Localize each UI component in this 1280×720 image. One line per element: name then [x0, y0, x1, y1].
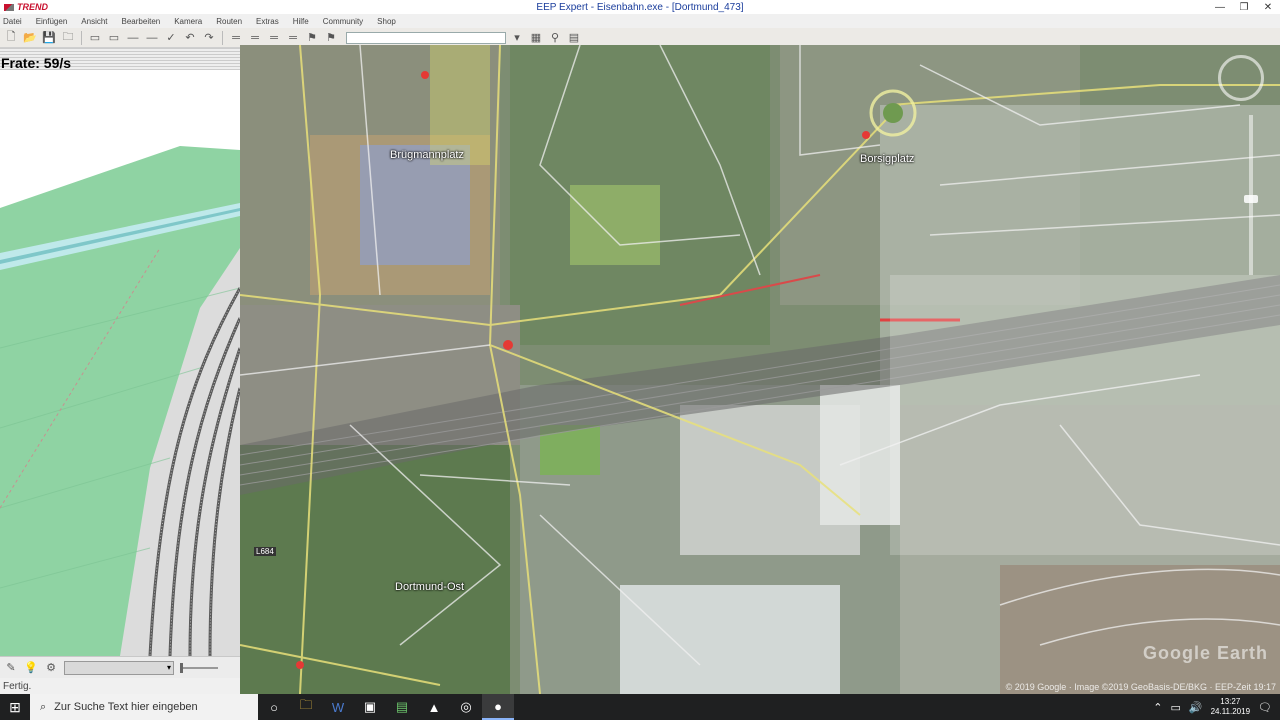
- photos-icon[interactable]: ▲: [418, 694, 450, 720]
- app1-icon[interactable]: ▣: [354, 694, 386, 720]
- menu-community[interactable]: Community: [323, 17, 363, 26]
- layer-icon[interactable]: ▦: [528, 30, 544, 45]
- object-search-input[interactable]: [346, 31, 506, 44]
- taskview-icon[interactable]: ○: [258, 694, 290, 720]
- google-earth-watermark: Google Earth: [1142, 643, 1268, 663]
- app2-icon[interactable]: ▤: [386, 694, 418, 720]
- folder-icon[interactable]: 🗀: [60, 30, 76, 45]
- window2-icon[interactable]: ▭: [106, 30, 122, 45]
- map-label-bruegmannplatz: Brügmannplatz: [390, 149, 464, 161]
- brand-logo: TREND: [4, 2, 48, 12]
- track4-icon[interactable]: ═: [285, 30, 301, 45]
- clock-date: 24.11.2019: [1210, 707, 1251, 716]
- map-label-dortmund-ost: Dortmund-Ost: [395, 581, 465, 593]
- close-button[interactable]: ✕: [1256, 0, 1280, 14]
- word-icon[interactable]: W: [322, 694, 354, 720]
- track-icon[interactable]: ═: [228, 30, 244, 45]
- track3-icon[interactable]: ═: [266, 30, 282, 45]
- window-title: EEP Expert - Eisenbahn.exe - [Dortmund_4…: [536, 1, 744, 13]
- view-combo[interactable]: ▾: [64, 660, 174, 675]
- window-icon[interactable]: ▭: [87, 30, 103, 45]
- taskbar-search[interactable]: ⌕ Zur Suche Text hier eingeben: [30, 694, 258, 720]
- edit-icon[interactable]: ✎: [4, 661, 18, 675]
- volume-icon[interactable]: 🔊: [1189, 701, 1203, 714]
- frame-rate: Frate: 59/s: [1, 55, 72, 71]
- signal-icon[interactable]: ⚑: [304, 30, 320, 45]
- explorer-icon[interactable]: 🗀: [290, 694, 322, 720]
- menu-einfuegen[interactable]: Einfügen: [36, 17, 68, 26]
- compass-icon[interactable]: [1218, 55, 1264, 101]
- menu-ansicht[interactable]: Ansicht: [81, 17, 107, 26]
- menu-bearbeiten[interactable]: Bearbeiten: [122, 17, 161, 26]
- map-copyright: © 2019 Google · Image ©2019 GeoBasis-DE/…: [1005, 682, 1276, 692]
- redo-icon[interactable]: ↷: [201, 30, 217, 45]
- network-icon[interactable]: ▭: [1170, 701, 1180, 714]
- 3d-scene: [0, 48, 240, 656]
- toolbar-separator: [81, 30, 82, 45]
- check-icon[interactable]: ✓: [163, 30, 179, 45]
- menu-extras[interactable]: Extras: [256, 17, 279, 26]
- save-icon[interactable]: 💾: [41, 30, 57, 45]
- menu-kamera[interactable]: Kamera: [174, 17, 202, 26]
- title-bar: TREND EEP Expert - Eisenbahn.exe - [Dort…: [0, 0, 1280, 14]
- open-icon[interactable]: 📂: [22, 30, 38, 45]
- chevron-up-icon[interactable]: ⌃: [1153, 701, 1162, 714]
- map-view[interactable]: Borsigplatz Brügmannplatz Dortmund-Ost L…: [240, 45, 1280, 694]
- line-icon[interactable]: —: [125, 30, 141, 45]
- camera-icon[interactable]: ⚙: [44, 661, 58, 675]
- brand-name: TREND: [17, 2, 48, 12]
- windows-taskbar: ⊞ ⌕ Zur Suche Text hier eingeben ○ 🗀 W ▣…: [0, 694, 1280, 720]
- maximize-button[interactable]: ❐: [1232, 0, 1256, 14]
- status-text: Fertig.: [3, 680, 32, 692]
- road-tag: L684: [254, 547, 276, 556]
- aerial-map: [240, 45, 1280, 694]
- filter-icon[interactable]: ⚲: [547, 30, 563, 45]
- window-controls: — ❐ ✕: [1208, 0, 1280, 14]
- controls-bar: ✎ 💡 ⚙ ▾: [0, 656, 240, 678]
- line2-icon[interactable]: —: [144, 30, 160, 45]
- zoom-slider-handle[interactable]: [1244, 195, 1258, 203]
- grid-icon[interactable]: ▤: [566, 30, 582, 45]
- new-icon[interactable]: 🗋: [3, 30, 19, 45]
- notifications-icon[interactable]: 🗨: [1258, 701, 1272, 714]
- clock[interactable]: 13:27 24.11.2019: [1211, 697, 1250, 717]
- search-icon: ⌕: [40, 700, 47, 713]
- undo-icon[interactable]: ↶: [182, 30, 198, 45]
- lightbulb-icon[interactable]: 💡: [24, 661, 38, 675]
- system-tray: ⌃ ▭ 🔊 13:27 24.11.2019 🗨: [1153, 694, 1280, 720]
- dropdown-icon[interactable]: ▾: [509, 30, 525, 45]
- signal2-icon[interactable]: ⚑: [323, 30, 339, 45]
- menu-datei[interactable]: Datei: [3, 17, 22, 26]
- minimize-button[interactable]: —: [1208, 0, 1232, 14]
- windows-start-icon[interactable]: ⊞: [0, 694, 30, 720]
- toolbar-separator: [222, 30, 223, 45]
- menu-shop[interactable]: Shop: [377, 17, 396, 26]
- map-label-borsigplatz: Borsigplatz: [860, 153, 915, 165]
- trend-logo-icon: [4, 3, 14, 11]
- eep-icon[interactable]: ●: [482, 694, 514, 720]
- status-bar: Fertig.: [0, 678, 240, 694]
- menu-bar: Datei Einfügen Ansicht Bearbeiten Kamera…: [0, 14, 1280, 28]
- 3d-view-panel[interactable]: Frate: 59/s: [0, 48, 240, 656]
- track2-icon[interactable]: ═: [247, 30, 263, 45]
- search-placeholder: Zur Suche Text hier eingeben: [54, 701, 198, 713]
- speed-slider[interactable]: [180, 662, 218, 673]
- chevron-down-icon[interactable]: ▾: [167, 663, 171, 672]
- app3-icon[interactable]: ◎: [450, 694, 482, 720]
- clock-time: 13:27: [1220, 697, 1241, 706]
- menu-hilfe[interactable]: Hilfe: [293, 17, 309, 26]
- menu-routen[interactable]: Routen: [216, 17, 242, 26]
